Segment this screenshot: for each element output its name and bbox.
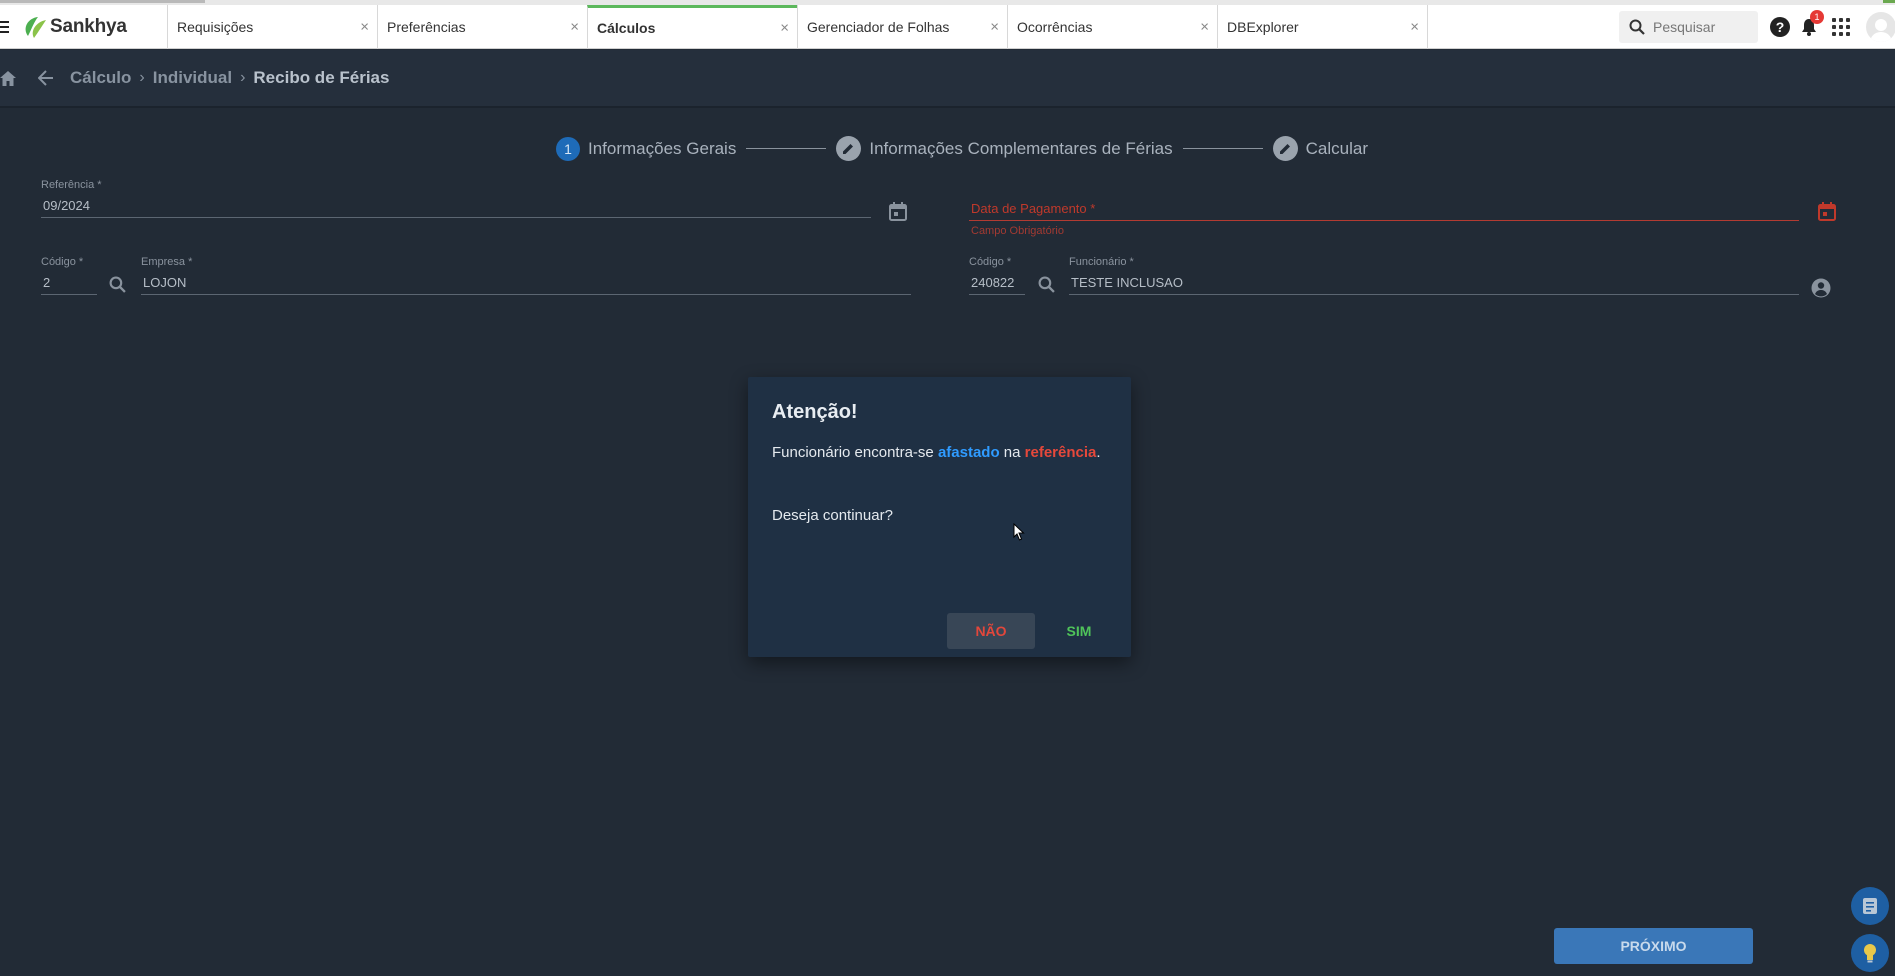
top-navigation-bar: Sankhya Requisições × Preferências × Cál… — [0, 4, 1895, 49]
funcionario-label: Funcionário * — [1069, 256, 1134, 268]
close-icon[interactable]: × — [1410, 18, 1419, 35]
dialog-highlight-afastado: afastado — [937, 444, 1000, 461]
tab-gerenciador-de-folhas[interactable]: Gerenciador de Folhas × — [797, 4, 1007, 49]
dialog-question: Deseja continuar? — [772, 507, 893, 524]
close-icon[interactable]: × — [570, 18, 579, 35]
search-icon[interactable] — [1038, 276, 1055, 298]
dialog-message: Funcionário encontra-se afastado na refe… — [772, 444, 1101, 461]
dialog-highlight-referencia: referência — [1024, 444, 1097, 461]
top-actions: ? 1 — [1770, 5, 1895, 49]
yes-button[interactable]: SIM — [1049, 613, 1109, 649]
tab-label: Ocorrências — [1017, 18, 1093, 35]
referencia-input[interactable]: 09/2024 — [41, 198, 871, 218]
dialog-message-text: Funcionário encontra-se — [772, 444, 938, 461]
search-icon — [1629, 19, 1645, 35]
account-circle-icon[interactable] — [1811, 278, 1831, 303]
mouse-cursor-icon — [1013, 522, 1025, 546]
close-icon[interactable]: × — [990, 18, 999, 35]
search-icon[interactable] — [109, 276, 126, 298]
apps-icon[interactable] — [1832, 18, 1850, 36]
step-calcular[interactable]: Calcular — [1272, 136, 1368, 161]
global-search-input[interactable]: Pesquisar — [1619, 11, 1758, 43]
tab-separator — [1427, 4, 1429, 49]
notes-icon[interactable] — [1851, 887, 1889, 925]
referencia-label: Referência * — [41, 179, 102, 191]
breadcrumb: Cálculo › Individual › Recibo de Férias — [70, 68, 389, 88]
data-pagamento-error: Campo Obrigatório — [971, 225, 1064, 237]
back-arrow-icon[interactable] — [38, 70, 54, 86]
empresa-input[interactable]: LOJON — [141, 275, 911, 295]
empresa-field[interactable]: Empresa * LOJON — [141, 256, 911, 295]
step-connector — [1182, 148, 1263, 149]
notification-badge: 1 — [1810, 10, 1824, 24]
home-icon[interactable] — [0, 70, 18, 86]
tab-bar: Requisições × Preferências × Cálculos × … — [167, 4, 1429, 49]
tab-dbexplorer[interactable]: DBExplorer × — [1217, 4, 1427, 49]
step-informacoes-complementares[interactable]: Informações Complementares de Férias — [836, 136, 1173, 161]
empresa-codigo-field[interactable]: Código * 2 — [41, 256, 97, 295]
step-label: Calcular — [1305, 138, 1368, 158]
funcionario-input[interactable]: TESTE INCLUSAO — [1069, 275, 1799, 295]
calendar-icon[interactable] — [1818, 202, 1836, 226]
tab-requisicoes[interactable]: Requisições × — [167, 4, 377, 49]
dialog-title: Atenção! — [772, 401, 858, 423]
search-placeholder: Pesquisar — [1653, 19, 1716, 35]
breadcrumb-item-individual[interactable]: Individual — [153, 68, 232, 88]
close-icon[interactable]: × — [780, 20, 789, 37]
edit-icon — [836, 136, 862, 161]
empresa-codigo-input[interactable]: 2 — [41, 275, 97, 295]
menu-icon[interactable] — [0, 20, 14, 33]
tab-calculos[interactable]: Cálculos × — [587, 4, 797, 49]
tab-label: DBExplorer — [1227, 18, 1299, 35]
data-pagamento-input[interactable]: Data de Pagamento * — [969, 201, 1799, 221]
close-icon[interactable]: × — [1200, 18, 1209, 35]
calendar-icon[interactable] — [889, 202, 907, 226]
tab-label: Cálculos — [597, 20, 656, 36]
tab-label: Gerenciador de Folhas — [807, 18, 950, 35]
funcionario-codigo-field[interactable]: Código * 240822 — [969, 256, 1025, 295]
step-label: Informações Complementares de Férias — [869, 138, 1173, 158]
chevron-right-icon: › — [139, 69, 145, 86]
step-connector — [746, 148, 827, 149]
referencia-field[interactable]: Referência * 09/2024 — [41, 179, 871, 218]
notifications-button[interactable]: 1 — [1798, 10, 1824, 38]
lightbulb-icon[interactable] — [1851, 934, 1889, 972]
chevron-right-icon: › — [240, 69, 246, 86]
step-informacoes-gerais[interactable]: 1 Informações Gerais — [556, 136, 737, 161]
sankhya-logo-icon — [25, 16, 46, 38]
step-number: 1 — [556, 136, 580, 161]
brand-name: Sankhya — [50, 15, 127, 37]
loading-progress — [0, 0, 205, 3]
data-pagamento-field[interactable]: Data de Pagamento * Campo Obrigatório — [969, 183, 1799, 237]
breadcrumb-item-calculo[interactable]: Cálculo — [70, 68, 131, 88]
empresa-label: Empresa * — [141, 256, 193, 268]
no-button[interactable]: NÃO — [947, 613, 1035, 649]
confirmation-dialog: Atenção! Funcionário encontra-se afastad… — [748, 377, 1131, 657]
empresa-codigo-label: Código * — [41, 256, 84, 268]
funcionario-field[interactable]: Funcionário * TESTE INCLUSAO — [1069, 256, 1799, 295]
funcionario-codigo-label: Código * — [969, 256, 1012, 268]
tab-ocorrencias[interactable]: Ocorrências × — [1007, 4, 1217, 49]
tab-label: Requisições — [177, 18, 254, 35]
wizard-stepper: 1 Informações Gerais Informações Complem… — [556, 136, 1368, 161]
step-label: Informações Gerais — [588, 138, 737, 158]
funcionario-codigo-input[interactable]: 240822 — [969, 275, 1025, 295]
next-button[interactable]: PRÓXIMO — [1554, 928, 1753, 964]
edit-icon — [1272, 136, 1298, 161]
dialog-message-text: na — [999, 444, 1025, 461]
breadcrumb-bar: Cálculo › Individual › Recibo de Férias — [0, 50, 1895, 108]
user-avatar-icon[interactable] — [1866, 12, 1895, 42]
dialog-message-text: . — [1096, 444, 1101, 461]
brand-logo[interactable]: Sankhya — [20, 14, 145, 40]
breadcrumb-item-recibo-de-ferias: Recibo de Férias — [253, 68, 390, 87]
tab-label: Preferências — [387, 18, 466, 35]
close-icon[interactable]: × — [360, 18, 369, 35]
loading-indicator — [1883, 0, 1895, 3]
tab-preferencias[interactable]: Preferências × — [377, 4, 587, 49]
help-icon[interactable]: ? — [1770, 17, 1790, 37]
